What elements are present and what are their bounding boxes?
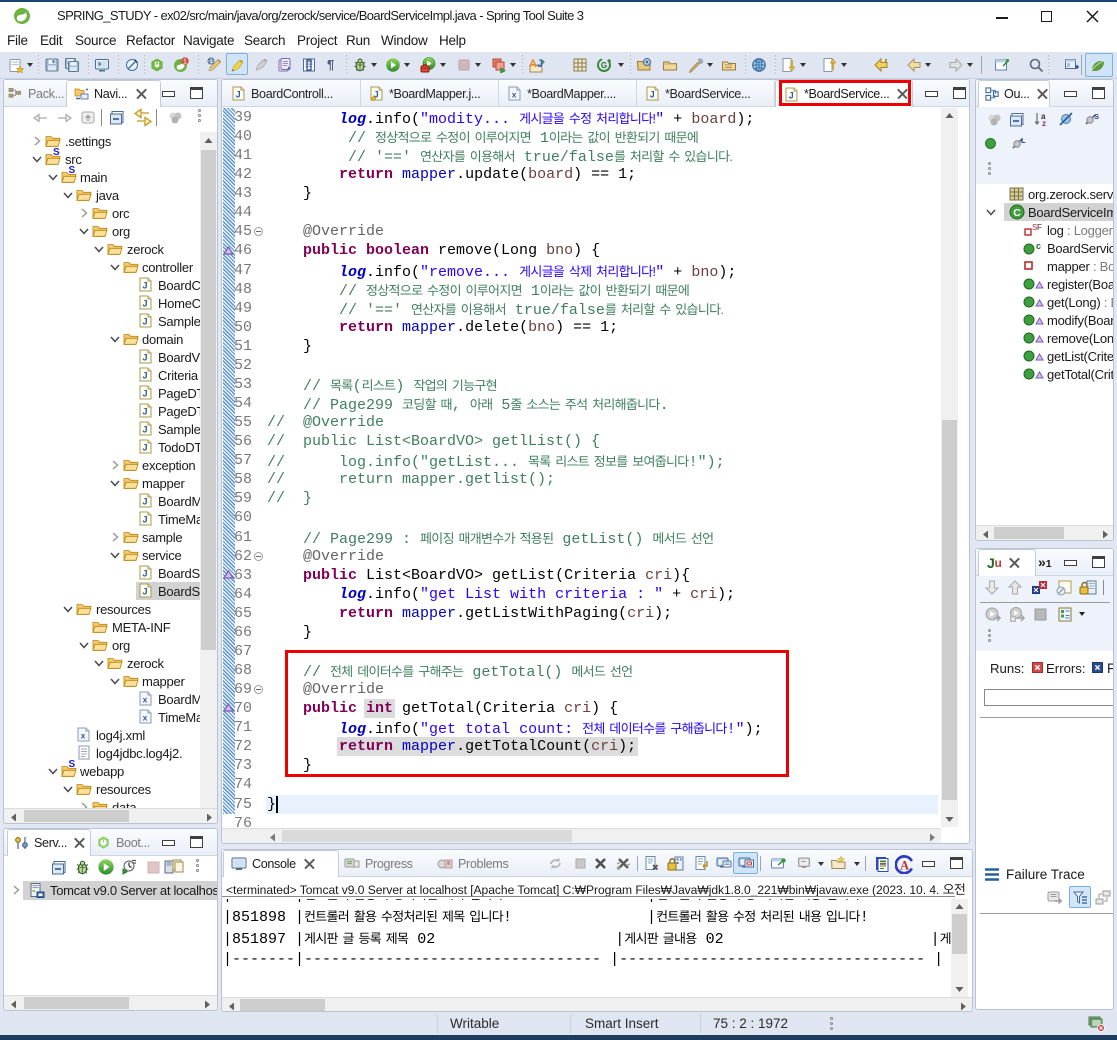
svg-text:A: A [529,58,537,70]
svg-text:J: J [142,317,147,327]
svg-text:J: J [142,371,147,381]
svg-text:J: J [142,299,147,309]
svg-text:J: J [142,389,147,399]
svg-text:P: P [209,58,213,65]
svg-text:A: A [900,859,909,873]
svg-text:J: J [142,281,147,291]
svg-text:J: J [236,90,241,100]
svg-text:J: J [142,497,147,507]
svg-text:J: J [142,425,147,435]
svg-text:F: F [1037,223,1042,232]
svg-text:x: x [512,90,517,100]
svg-text:J: J [142,587,147,597]
svg-text:x: x [81,731,86,741]
svg-text:L: L [1021,136,1026,145]
svg-text:x: x [143,713,148,723]
svg-text:1: 1 [183,57,187,66]
svg-text:J: J [650,90,655,100]
svg-text:J: J [142,353,147,363]
svg-text:G: G [601,61,607,70]
svg-text:S: S [1094,112,1099,121]
svg-text:J: J [142,443,147,453]
svg-text:x: x [143,695,148,705]
svg-text:J: J [142,569,147,579]
svg-text:C: C [1013,207,1021,219]
svg-text:J: J [142,515,147,525]
svg-text:c: c [1036,241,1041,251]
svg-text:z: z [1042,119,1046,128]
svg-text:J: J [142,407,147,417]
